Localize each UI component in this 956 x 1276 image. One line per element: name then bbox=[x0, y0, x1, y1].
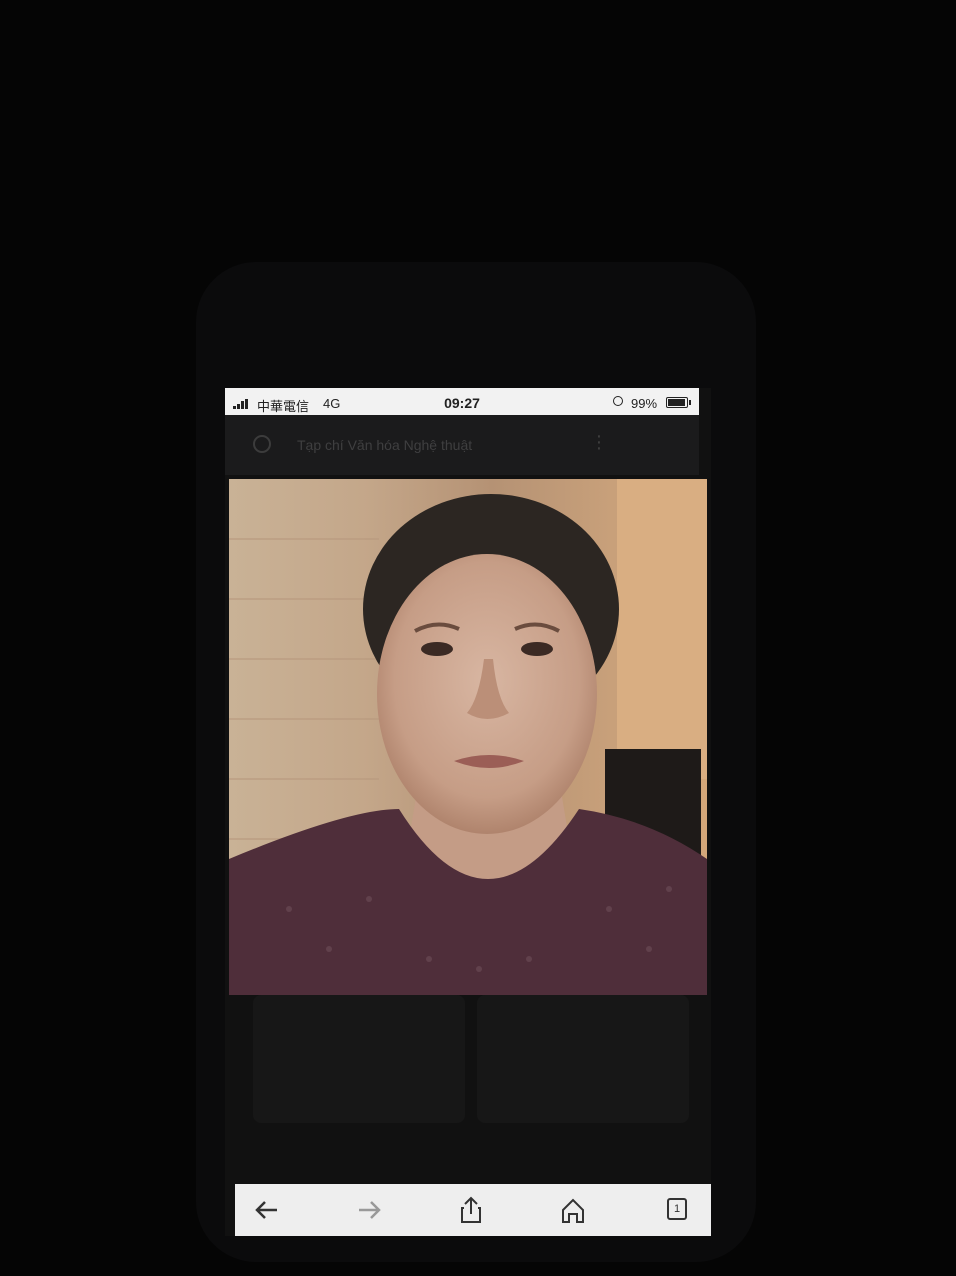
site-title[interactable]: Tạp chí Văn hóa Nghệ thuật bbox=[297, 437, 472, 453]
site-header: Tạp chí Văn hóa Nghệ thuật · · · bbox=[225, 415, 699, 475]
site-logo-icon bbox=[253, 435, 271, 453]
tab-count: 1 bbox=[667, 1198, 687, 1220]
related-thumbnail[interactable] bbox=[477, 995, 689, 1123]
more-options-icon[interactable]: · · · bbox=[595, 426, 603, 458]
share-icon[interactable] bbox=[451, 1192, 491, 1228]
woman-portrait-image bbox=[229, 479, 707, 995]
status-bar: 中華電信 4G 09:27 99% bbox=[225, 388, 699, 415]
phone-screen: 中華電信 4G 09:27 99% Tạp chí Văn hóa Nghệ t… bbox=[225, 388, 711, 1236]
browser-toolbar: 1 bbox=[235, 1184, 711, 1236]
back-icon[interactable] bbox=[247, 1192, 287, 1228]
rotation-lock-icon bbox=[613, 396, 623, 406]
battery-icon bbox=[666, 397, 691, 408]
related-thumbnail[interactable] bbox=[253, 995, 465, 1123]
tabs-icon[interactable]: 1 bbox=[659, 1192, 699, 1228]
article-photo[interactable] bbox=[229, 479, 707, 995]
battery-percent: 99% bbox=[631, 396, 658, 411]
forward-icon[interactable] bbox=[349, 1192, 389, 1228]
home-icon[interactable] bbox=[553, 1192, 593, 1228]
status-time: 09:27 bbox=[444, 395, 480, 411]
